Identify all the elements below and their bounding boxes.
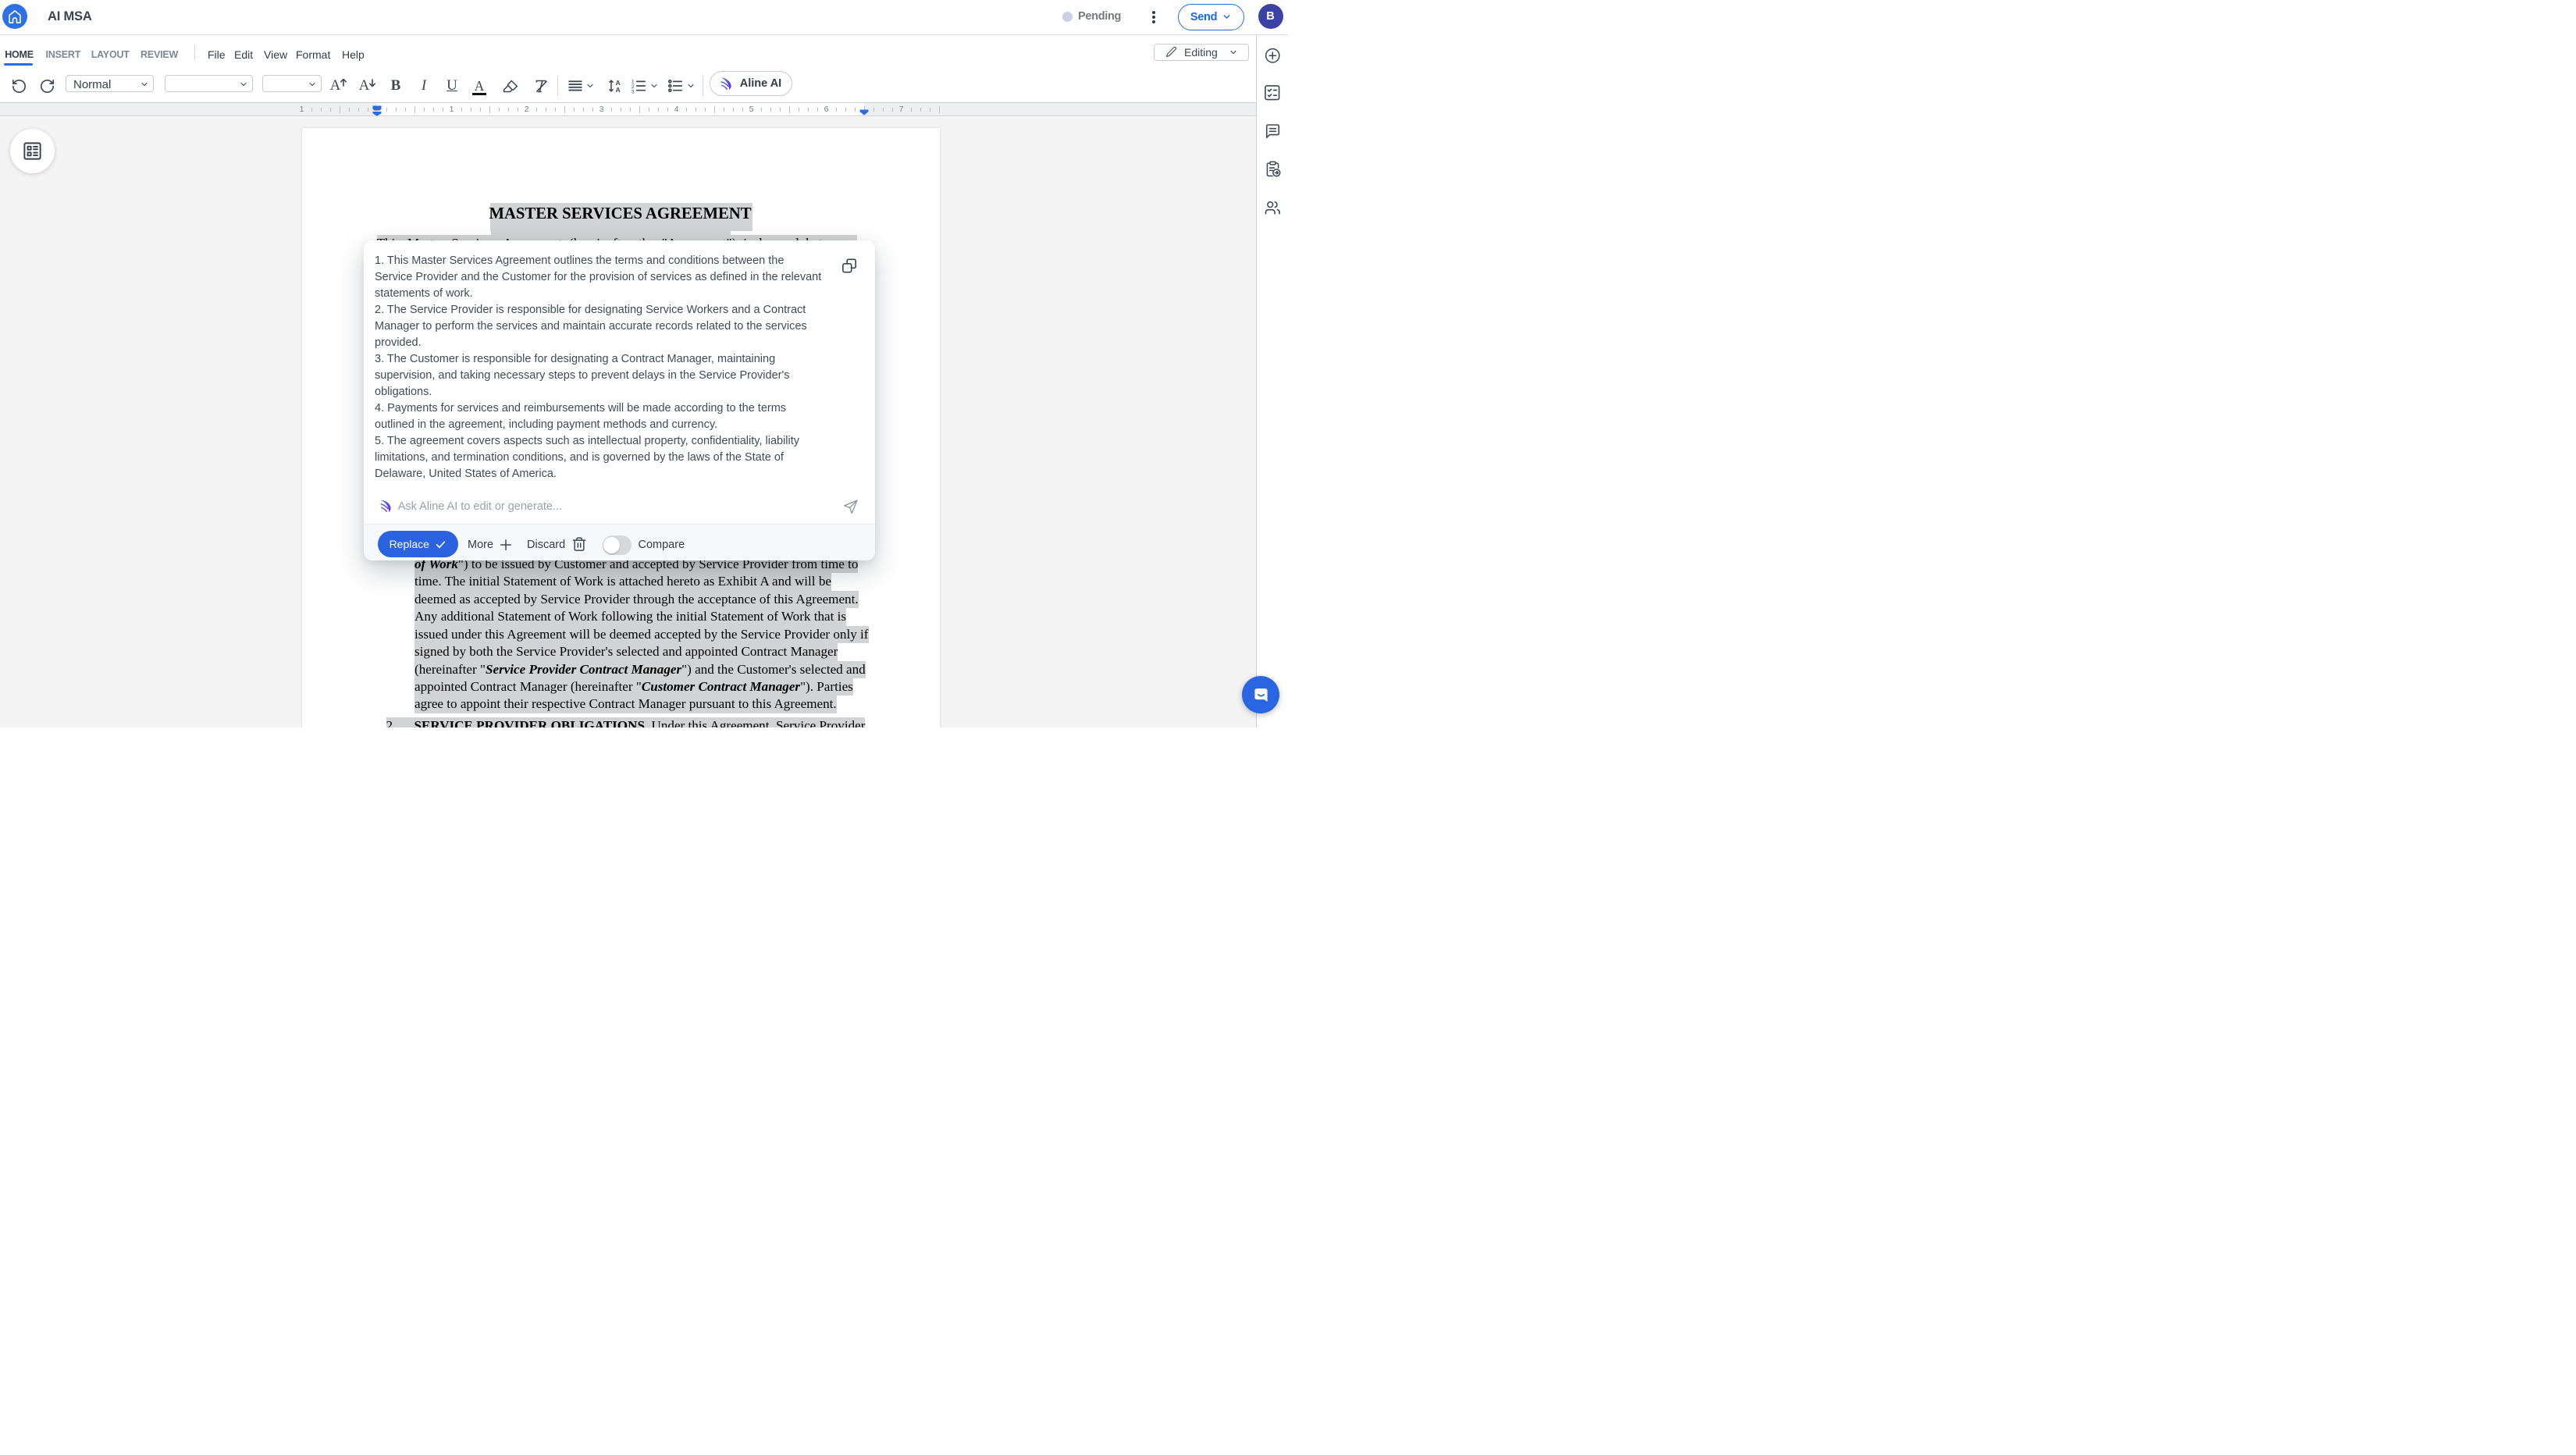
svg-text:3: 3	[632, 89, 635, 94]
svg-text:A: A	[615, 86, 621, 94]
